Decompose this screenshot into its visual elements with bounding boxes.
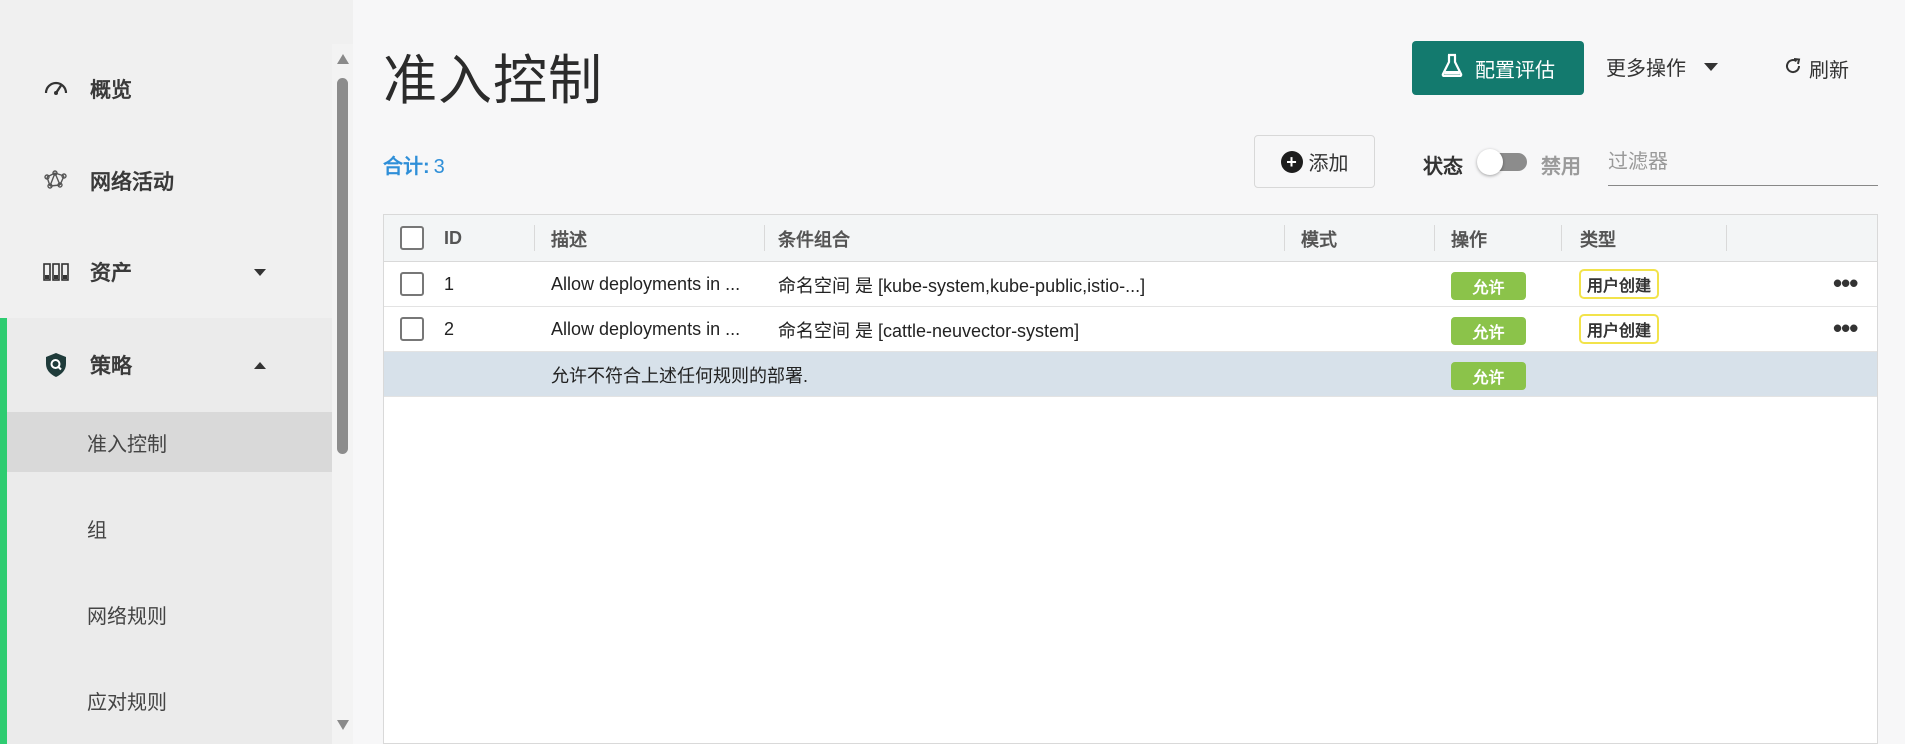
page-title: 准入控制	[383, 51, 603, 111]
sidebar-subitem-label: 应对规则	[87, 691, 167, 714]
row-description: Allow deployments in ...	[551, 274, 741, 294]
add-button-label: 添加	[1308, 153, 1349, 175]
user-created-badge: 用户创建	[1579, 269, 1659, 299]
row-id: 1	[444, 274, 455, 294]
refresh-label: 刷新	[1809, 60, 1849, 82]
column-header-id[interactable]: ID	[444, 215, 462, 262]
sidebar-subitem-admission-control[interactable]: 准入控制	[7, 412, 332, 472]
sidebar-item-label: 资产	[90, 262, 132, 285]
more-options-icon[interactable]: •••	[1833, 313, 1858, 344]
sidebar-item-policy[interactable]: 策略	[0, 320, 332, 410]
chevron-down-icon	[1704, 62, 1718, 71]
allow-badge: 允许	[1451, 362, 1526, 390]
sidebar: 概览 网络活动 资产 策略 准入控制 组 网络规则 应对规则	[0, 0, 353, 744]
sidebar-item-network-activity[interactable]: 网络活动	[0, 136, 332, 226]
scroll-down-icon[interactable]	[337, 720, 349, 730]
sidebar-item-label: 策略	[90, 355, 132, 378]
select-all-checkbox[interactable]	[400, 226, 424, 250]
sidebar-subitem-label: 准入控制	[87, 433, 167, 456]
status-value: 禁用	[1541, 156, 1581, 178]
total-label: 合计:	[383, 156, 430, 178]
row-criteria: 命名空间 是 [cattle-neuvector-system]	[778, 320, 1080, 341]
row-id: 2	[444, 319, 455, 339]
network-activity-icon	[42, 167, 70, 195]
column-header-action[interactable]: 操作	[1451, 215, 1487, 262]
column-divider	[1434, 225, 1435, 251]
add-button[interactable]: + 添加	[1254, 135, 1375, 188]
scroll-up-icon[interactable]	[337, 54, 349, 64]
table-row[interactable]: 1 Allow deployments in ... 命名空间 是 [kube-…	[384, 262, 1877, 307]
refresh-button[interactable]: 刷新	[1783, 54, 1849, 83]
sidebar-subitem-groups[interactable]: 组	[7, 498, 332, 558]
main-content: 准入控制 配置评估 更多操作 刷新 合计: 3 + 添加 状态 禁用 过滤器 I…	[353, 0, 1905, 744]
allow-badge: 允许	[1451, 272, 1526, 300]
column-header-criteria[interactable]: 条件组合	[778, 215, 850, 262]
filter-input[interactable]	[1608, 140, 1878, 186]
refresh-icon	[1783, 56, 1803, 82]
app-root: 概览 网络活动 资产 策略 准入控制 组 网络规则 应对规则 准入控制 配置评估…	[0, 0, 1905, 744]
column-divider	[764, 225, 765, 251]
sidebar-item-overview[interactable]: 概览	[0, 44, 332, 134]
more-options-icon[interactable]: •••	[1833, 268, 1858, 299]
total-value: 3	[433, 156, 445, 178]
row-checkbox[interactable]	[400, 317, 424, 341]
chevron-down-icon	[254, 268, 266, 276]
more-actions-label: 更多操作	[1606, 58, 1686, 80]
config-assessment-label: 配置评估	[1475, 59, 1555, 82]
table-row[interactable]: 2 Allow deployments in ... 命名空间 是 [cattl…	[384, 307, 1877, 352]
scrollbar-thumb[interactable]	[337, 78, 348, 454]
column-header-mode[interactable]: 模式	[1301, 215, 1337, 262]
toggle-knob	[1477, 149, 1503, 175]
chevron-up-icon	[254, 361, 266, 369]
plus-circle-icon: +	[1280, 150, 1303, 173]
sidebar-subitem-label: 网络规则	[87, 605, 167, 628]
sidebar-subitem-response-rules[interactable]: 应对规则	[7, 670, 332, 730]
sidebar-scrollbar[interactable]	[332, 44, 353, 744]
status-toggle[interactable]	[1477, 149, 1527, 175]
policy-icon	[42, 351, 70, 379]
sidebar-item-label: 概览	[90, 79, 132, 102]
sidebar-subitem-network-rules[interactable]: 网络规则	[7, 584, 332, 644]
total-count: 合计: 3	[383, 150, 445, 179]
user-created-badge: 用户创建	[1579, 314, 1659, 344]
column-divider	[1726, 225, 1727, 251]
column-header-type[interactable]: 类型	[1580, 215, 1616, 262]
sidebar-item-label: 网络活动	[90, 171, 174, 194]
dashboard-icon	[42, 75, 70, 103]
column-header-description[interactable]: 描述	[551, 215, 587, 262]
column-divider	[534, 225, 535, 251]
row-checkbox[interactable]	[400, 272, 424, 296]
sidebar-item-assets[interactable]: 资产	[0, 227, 332, 317]
allow-badge: 允许	[1451, 317, 1526, 345]
assets-icon	[42, 258, 70, 286]
column-divider	[1284, 225, 1285, 251]
sidebar-subitem-label: 组	[87, 519, 107, 542]
more-actions-dropdown[interactable]: 更多操作	[1606, 52, 1718, 81]
default-rule-description: 允许不符合上述任何规则的部署.	[551, 365, 808, 386]
table-header: ID 描述 条件组合 模式 操作 类型	[384, 215, 1877, 262]
row-criteria: 命名空间 是 [kube-system,kube-public,istio-..…	[778, 275, 1146, 296]
column-divider	[1561, 225, 1562, 251]
rules-table: ID 描述 条件组合 模式 操作 类型 1 Allow deployments …	[383, 214, 1878, 744]
row-description: Allow deployments in ...	[551, 319, 741, 339]
config-assessment-button[interactable]: 配置评估	[1412, 41, 1584, 95]
flask-icon	[1441, 53, 1463, 83]
status-label: 状态	[1423, 156, 1463, 178]
default-rule-row: 允许不符合上述任何规则的部署. 允许	[384, 352, 1877, 397]
